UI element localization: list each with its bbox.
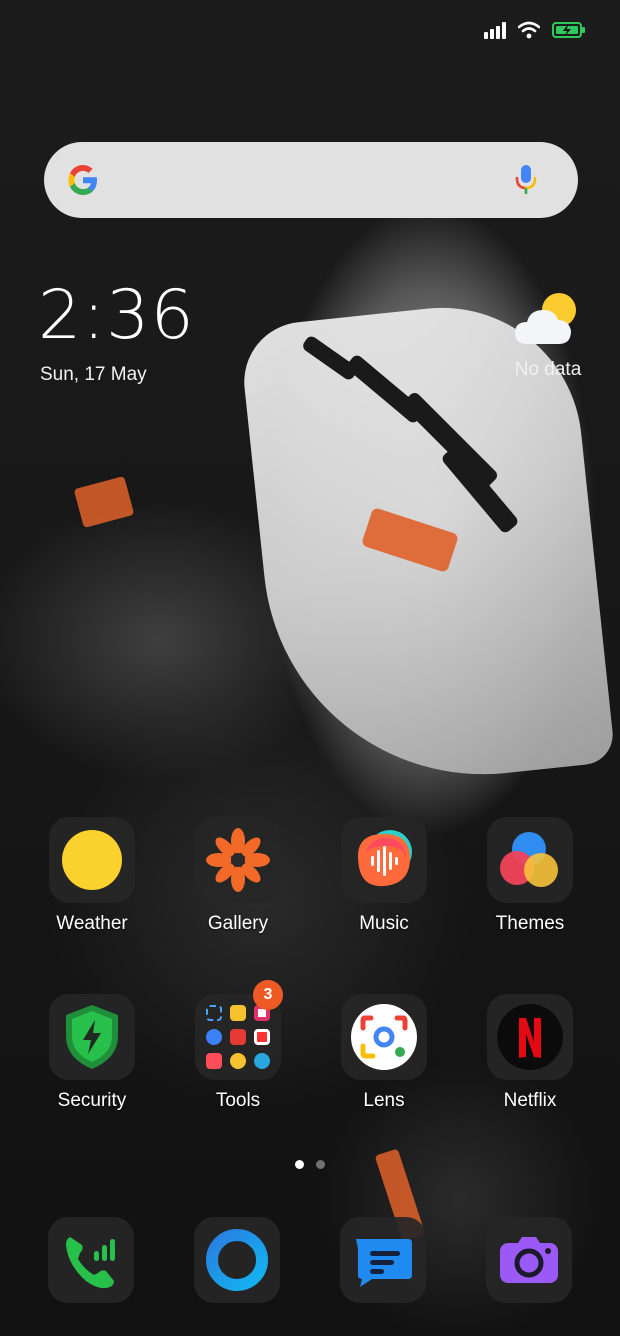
battery-charging-icon — [552, 22, 585, 38]
page-dot-active[interactable] — [295, 1160, 304, 1169]
browser-ring-icon — [206, 1229, 268, 1291]
app-label: Tools — [215, 1090, 261, 1111]
clock-time[interactable]: 2:36 — [38, 282, 195, 350]
app-label: Music — [359, 913, 409, 934]
search-input[interactable] — [118, 168, 498, 192]
weather-widget[interactable]: No data — [508, 290, 588, 381]
weather-status: No data — [514, 359, 582, 380]
dock-phone[interactable] — [48, 1217, 134, 1303]
app-security[interactable]: Security — [27, 994, 157, 1112]
app-music[interactable]: Music — [319, 817, 449, 935]
app-label: Weather — [56, 913, 128, 934]
dock-camera[interactable] — [486, 1217, 572, 1303]
dock-browser[interactable] — [194, 1217, 280, 1303]
google-lens-icon — [351, 1004, 417, 1070]
app-gallery[interactable]: Gallery — [173, 817, 303, 935]
clock-date[interactable]: Sun, 17 May — [40, 364, 147, 386]
netflix-icon — [497, 1004, 563, 1070]
app-icon-tile — [341, 994, 427, 1080]
app-label: Lens — [363, 1090, 405, 1111]
google-search-bar[interactable] — [44, 142, 578, 218]
dock-messages[interactable] — [340, 1217, 426, 1303]
cellular-signal-icon — [484, 21, 506, 39]
sun-icon — [62, 830, 122, 890]
shield-bolt-icon — [66, 1005, 118, 1069]
gallery-flower-icon — [206, 828, 270, 892]
app-icon-tile — [341, 817, 427, 903]
app-themes[interactable]: Themes — [465, 817, 595, 935]
app-label: Security — [57, 1090, 127, 1111]
app-weather[interactable]: Weather — [27, 817, 157, 935]
wifi-icon — [518, 21, 540, 39]
app-icon-tile — [195, 817, 281, 903]
folder-icon — [206, 1005, 270, 1069]
app-tools-folder[interactable]: 3 Tools — [173, 980, 303, 1112]
app-lens[interactable]: Lens — [319, 994, 449, 1112]
phone-icon — [66, 1237, 115, 1289]
app-netflix[interactable]: Netflix — [465, 994, 595, 1112]
app-icon-tile — [487, 994, 573, 1080]
app-label: Themes — [495, 913, 565, 934]
google-g-icon — [68, 165, 97, 195]
app-icon-tile — [487, 817, 573, 903]
partly-cloudy-icon — [515, 293, 576, 344]
message-icon — [356, 1239, 412, 1287]
app-label: Netflix — [503, 1090, 557, 1111]
app-icon-tile — [49, 817, 135, 903]
camera-icon — [500, 1237, 558, 1283]
page-dot[interactable] — [316, 1160, 325, 1169]
status-bar — [484, 16, 586, 44]
music-waveform-icon — [358, 830, 412, 887]
app-icon-tile: 3 — [195, 980, 283, 1080]
app-icon-tile — [49, 994, 135, 1080]
notification-badge: 3 — [253, 980, 283, 1010]
microphone-icon[interactable] — [514, 163, 538, 197]
app-label: Gallery — [207, 913, 269, 934]
themes-circles-icon — [500, 832, 558, 887]
page-indicator[interactable] — [0, 1160, 620, 1169]
